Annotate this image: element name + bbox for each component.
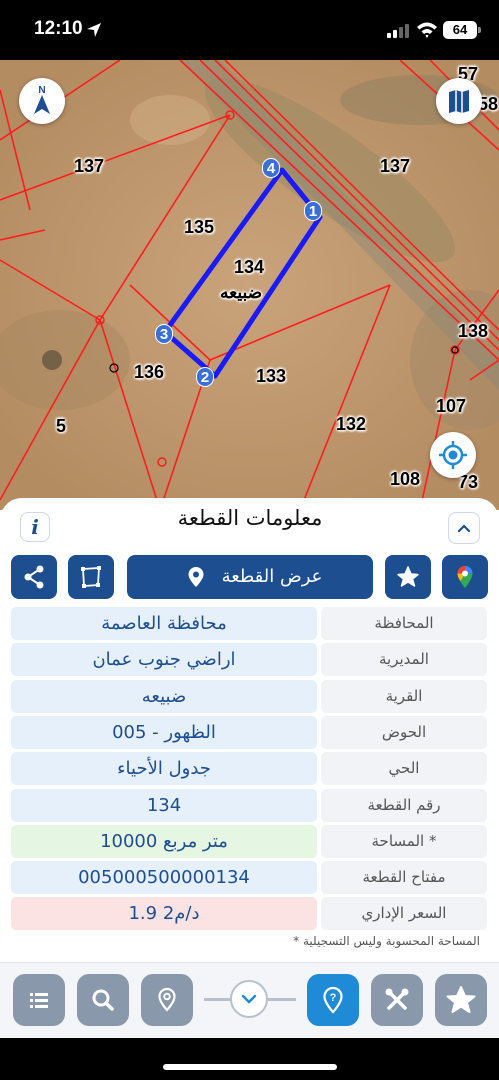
info-row-value: اراضي جنوب عمان — [11, 643, 317, 676]
tools-icon — [385, 988, 409, 1010]
star-icon — [397, 566, 419, 587]
parcel-label-107: 107 — [436, 396, 467, 416]
location-arrow-icon — [87, 23, 101, 37]
north-arrow-icon: N — [34, 85, 50, 114]
svg-text:?: ? — [330, 992, 337, 1004]
village-name-label: ضبيعه — [220, 283, 263, 302]
google-maps-button[interactable] — [442, 555, 488, 599]
area-footnote: * المساحة المحسوبة وليس التسجيلية — [293, 934, 480, 948]
vertex-marker-1[interactable]: 1 — [304, 201, 322, 221]
chevron-down-icon — [241, 994, 257, 1004]
map-layers-icon — [449, 90, 469, 113]
parcel-label-137-right: 137 — [380, 156, 411, 176]
location-pin-icon — [158, 987, 176, 1012]
my-location-icon — [439, 441, 467, 469]
tools-button[interactable] — [371, 974, 423, 1026]
info-row: محافظة العاصمة المحافظة — [11, 607, 487, 640]
info-row-key: السعر الإداري — [321, 897, 487, 930]
parcel-label-135: 135 — [184, 217, 215, 237]
svg-text:N: N — [38, 85, 45, 96]
map-layers-button[interactable] — [436, 78, 482, 124]
info-row: الظهور - 005 الحوض — [11, 716, 487, 749]
parcel-label-108: 108 — [390, 469, 421, 489]
info-row: 1.9 د/م2 السعر الإداري — [11, 897, 487, 930]
info-row-value: 134 — [11, 789, 317, 822]
battery-indicator: 64 — [443, 21, 477, 39]
show-parcel-button[interactable]: عرض القطعة — [127, 555, 373, 599]
info-row-key: المديرية — [321, 643, 487, 676]
info-row-key: مفتاح القطعة — [321, 861, 487, 894]
info-row: 134 رقم القطعة — [11, 789, 487, 822]
info-row-value: جدول الأحياء — [11, 752, 317, 785]
google-maps-icon — [457, 566, 473, 588]
draw-polygon-button[interactable] — [68, 555, 114, 599]
info-icon[interactable]: i — [20, 512, 50, 542]
share-button[interactable] — [11, 555, 57, 599]
system-bottom-bar — [0, 1038, 499, 1080]
list-button[interactable] — [13, 974, 65, 1026]
favorite-button[interactable] — [385, 555, 431, 599]
info-row-value: الظهور - 005 — [11, 716, 317, 749]
parcel-label-137-left: 137 — [74, 156, 105, 176]
collapse-panel-button[interactable] — [448, 512, 480, 544]
parcel-label-132: 132 — [336, 414, 367, 434]
list-icon — [30, 993, 48, 1008]
info-row-key: الحوض — [321, 716, 487, 749]
location-pin-button[interactable] — [141, 974, 193, 1026]
favorites-button[interactable] — [435, 974, 487, 1026]
info-row-key: رقم القطعة — [321, 789, 487, 822]
status-time: 12:10 — [34, 18, 83, 39]
panel-title: معلومات القطعة — [177, 506, 323, 530]
north-compass-button[interactable]: N — [19, 78, 65, 124]
vertex-marker-3[interactable]: 3 — [155, 324, 173, 344]
parcel-label-138: 138 — [458, 321, 489, 341]
parcel-label-5: 5 — [56, 416, 67, 436]
location-question-icon: ? — [323, 986, 343, 1014]
toolbar-expand-knob[interactable] — [230, 980, 268, 1018]
show-parcel-label: عرض القطعة — [221, 566, 323, 587]
info-row: ضبيعه القرية — [11, 680, 487, 713]
search-button[interactable] — [77, 974, 129, 1026]
info-row: جدول الأحياء الحي — [11, 752, 487, 785]
info-row-value: ضبيعه — [11, 680, 317, 713]
home-indicator[interactable] — [163, 1064, 337, 1070]
info-row-key: المحافظة — [321, 607, 487, 640]
info-row-value: 10000 متر مربع — [11, 825, 317, 858]
battery-tip — [478, 27, 481, 33]
info-row-key: القرية — [321, 680, 487, 713]
info-row-value: 1.9 د/م2 — [11, 897, 317, 930]
my-location-button[interactable] — [430, 432, 476, 478]
info-row-value: محافظة العاصمة — [11, 607, 317, 640]
polygon-icon — [81, 566, 101, 588]
star-icon — [446, 986, 476, 1013]
info-row-key: المساحة * — [321, 825, 487, 858]
vertex-marker-2[interactable]: 2 — [196, 367, 214, 387]
search-icon — [92, 989, 114, 1011]
info-row-key: الحي — [321, 752, 487, 785]
vertex-marker-4[interactable]: 4 — [262, 158, 280, 178]
info-row: 005000500000134 مفتاح القطعة — [11, 861, 487, 894]
parcel-label-134: 134 — [234, 257, 265, 277]
share-icon — [24, 565, 44, 589]
info-row: اراضي جنوب عمان المديرية — [11, 643, 487, 676]
parcel-map[interactable]: 57 58 137 137 135 134 ضبيعه 138 136 133 … — [0, 60, 499, 510]
cellular-signal-icon — [387, 24, 409, 38]
wifi-icon — [417, 22, 437, 38]
status-bar: 12:10 64 — [0, 0, 499, 60]
map-pin-icon — [188, 567, 204, 587]
chevron-up-icon — [457, 524, 471, 533]
info-row: 10000 متر مربع المساحة * — [11, 825, 487, 858]
help-location-button[interactable]: ? — [307, 974, 359, 1026]
info-row-value: 005000500000134 — [11, 861, 317, 894]
parcel-label-136: 136 — [134, 362, 165, 382]
parcel-label-133: 133 — [256, 366, 287, 386]
